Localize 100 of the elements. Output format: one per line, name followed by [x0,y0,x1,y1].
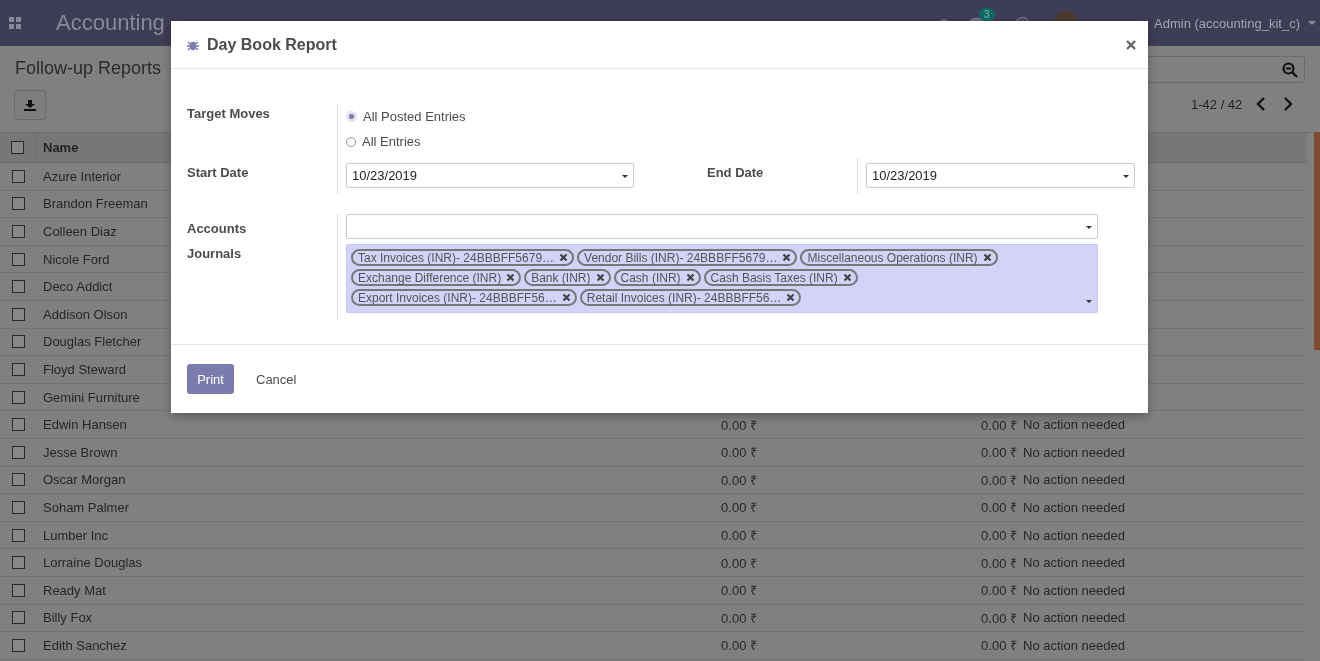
apps-menu-icon[interactable] [9,17,21,29]
table-cell: Douglas Fletcher [43,334,142,350]
table-cell: Deco Addict [43,279,113,295]
row-checkbox[interactable] [11,528,25,542]
table-cell: 0.00 ₹ [721,555,757,571]
radio-label[interactable]: All Entries [362,134,421,149]
row-checkbox[interactable] [11,445,25,459]
table-cell: 0.00 ₹ [981,500,1017,516]
table-cell: Oscar Morgan [43,472,126,488]
remove-icon[interactable] [559,253,569,262]
table-cell: Jesse Brown [43,444,118,460]
table-cell: No action needed [1023,417,1125,433]
remove-icon[interactable] [782,253,792,262]
row-checkbox[interactable] [11,390,25,404]
table-cell: No action needed [1023,637,1125,653]
message-count-badge: 3 [979,7,995,21]
remove-icon[interactable] [595,273,605,282]
cancel-button[interactable]: Cancel [246,364,307,394]
table-cell: 0.00 ₹ [981,445,1017,461]
table-cell: Edith Sanchez [43,637,127,653]
table-cell: 0.00 ₹ [981,555,1017,571]
table-cell: 0.00 ₹ [981,638,1017,654]
field-label: Start Date [187,164,250,182]
table-cell: Soham Palmer [43,499,129,515]
row-checkbox[interactable] [11,473,25,487]
accounts-field[interactable] [346,214,1098,239]
previous-icon[interactable] [1256,97,1266,111]
remove-icon[interactable] [561,293,571,302]
radio-label[interactable]: All Posted Entries [363,109,466,124]
dialog-title: Day Book Report [207,35,337,54]
app-name: Accounting [56,10,165,36]
table-cell: Ready Mat [43,582,106,598]
row-checkbox[interactable] [11,418,25,432]
journal-tag[interactable]: Vendor Bills (INR)- 24BBBFF5679… [577,249,798,266]
table-cell: No action needed [1023,472,1125,488]
table-cell: Edwin Hansen [43,417,127,433]
column-header[interactable]: Name [36,140,79,155]
journal-tag[interactable]: Export Invoices (INR)- 24BBBFF56… [351,289,577,306]
journal-tag[interactable]: Retail Invoices (INR)- 24BBBFF56… [579,289,802,306]
remove-icon[interactable] [786,293,796,302]
table-cell: 0.00 ₹ [981,610,1017,626]
table-cell: No action needed [1023,555,1125,571]
next-icon[interactable] [1283,97,1293,111]
download-button[interactable] [14,90,46,120]
row-checkbox[interactable] [11,252,25,266]
field-label: Accounts [187,220,248,238]
journal-tag[interactable]: Miscellaneous Operations (INR) [800,249,998,266]
table-cell: Brandon Freeman [43,196,148,212]
select-all-checkbox[interactable] [11,141,24,154]
row-checkbox[interactable] [11,362,25,376]
row-checkbox[interactable] [11,500,25,514]
download-icon [24,99,36,111]
date-field[interactable]: 10/23/2019 [346,163,634,188]
row-checkbox[interactable] [11,638,25,652]
table-cell: 0.00 ₹ [981,583,1017,599]
row-checkbox[interactable] [11,280,25,294]
field-label: Target Moves [187,105,271,123]
remove-icon[interactable] [842,273,852,282]
row-checkbox[interactable] [11,583,25,597]
table-cell: No action needed [1023,610,1125,626]
user-menu[interactable]: Admin (accounting_kit_c) [1154,15,1300,31]
row-checkbox[interactable] [11,556,25,570]
remove-icon[interactable] [506,273,516,282]
field-label: End Date [706,164,765,182]
table-cell: No action needed [1023,527,1125,543]
remove-icon[interactable] [685,273,695,282]
table-cell: Addison Olson [43,306,128,322]
pager-value[interactable]: 1-42 / 42 [1191,97,1243,112]
table-cell: 0.00 ₹ [721,445,757,461]
table-cell: No action needed [1023,444,1125,460]
journal-tag[interactable]: Bank (INR) [524,269,611,286]
journal-tag[interactable]: Cash Basis Taxes (INR) [703,269,858,286]
date-field[interactable]: 10/23/2019 [866,163,1135,188]
journal-tag[interactable]: Exchange Difference (INR) [351,269,522,286]
row-checkbox[interactable] [11,611,25,625]
table-cell: Colleen Diaz [43,224,117,239]
row-checkbox[interactable] [11,197,25,211]
row-checkbox[interactable] [11,335,25,349]
table-cell: 0.00 ₹ [721,500,757,516]
search-icon[interactable] [1282,62,1298,78]
field-label: Journals [187,245,243,261]
page-title: Follow-up Reports [15,58,162,79]
radio-button[interactable] [346,136,356,147]
row-checkbox[interactable] [11,169,25,183]
close-button[interactable] [1126,39,1136,50]
journal-tag[interactable]: Cash (INR) [613,269,701,286]
row-checkbox[interactable] [11,225,25,238]
remove-icon[interactable] [982,253,992,262]
table-cell: 0.00 ₹ [981,528,1017,543]
table-cell: 0.00 ₹ [721,638,757,654]
table-cell: Floyd Steward [43,361,127,377]
scrollbar[interactable] [1314,132,1320,350]
table-cell: Lumber Inc [43,527,109,543]
journal-tag[interactable]: Tax Invoices (INR)- 24BBBFF5679… [351,249,575,266]
row-checkbox[interactable] [11,307,25,321]
table-cell: 0.00 ₹ [721,583,757,599]
caret-icon [1308,21,1316,25]
table-cell: Azure Interior [43,168,122,184]
journals-field[interactable] [346,244,1098,313]
print-button[interactable]: Print [187,364,234,394]
